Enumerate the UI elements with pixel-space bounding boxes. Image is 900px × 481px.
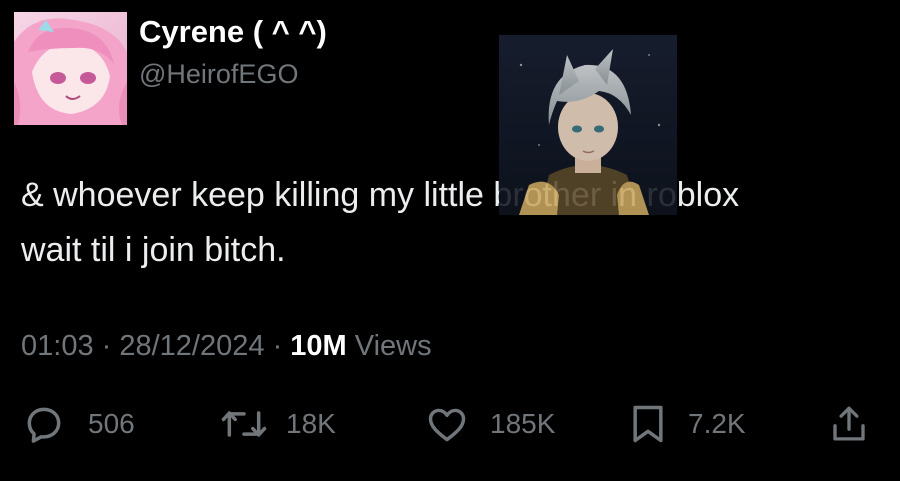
share-button[interactable] xyxy=(828,399,870,449)
views-count: 10M xyxy=(290,330,347,362)
heart-icon xyxy=(424,402,470,446)
repost-count: 18K xyxy=(286,408,336,439)
bookmark-count: 7.2K xyxy=(688,408,746,439)
reply-icon xyxy=(22,402,66,446)
tweet-date[interactable]: 28/12/2024 xyxy=(119,330,264,362)
display-name[interactable]: Cyrene ( ^ ^) xyxy=(139,14,327,50)
like-button[interactable]: 185K xyxy=(424,399,555,449)
bookmark-icon xyxy=(628,402,668,446)
reply-button[interactable]: 506 xyxy=(22,399,135,449)
tweet-time[interactable]: 01:03 xyxy=(21,330,94,362)
like-count: 185K xyxy=(490,408,556,439)
action-bar: 506 18K 185K 7.2K xyxy=(0,399,900,449)
meta-separator: · xyxy=(264,330,291,362)
user-handle[interactable]: @HeirofEGO xyxy=(139,59,298,90)
avatar[interactable] xyxy=(14,12,127,125)
repost-icon xyxy=(220,402,268,446)
tweet-text-line: wait til i join bitch. xyxy=(21,231,286,269)
reply-count: 506 xyxy=(88,408,135,439)
bookmark-button[interactable]: 7.2K xyxy=(628,399,746,449)
share-icon xyxy=(828,402,870,446)
meta-separator: · xyxy=(93,330,120,362)
overlay-character-image xyxy=(499,35,677,215)
repost-button[interactable]: 18K xyxy=(220,399,336,449)
views-label: Views xyxy=(346,330,432,362)
tweet-text: & whoever keep killing my little brother… xyxy=(21,168,891,278)
tweet-text-line: & whoever keep killing my little brother… xyxy=(21,176,740,214)
tweet-meta: 01:03 · 28/12/2024 · 10M Views xyxy=(21,330,432,363)
